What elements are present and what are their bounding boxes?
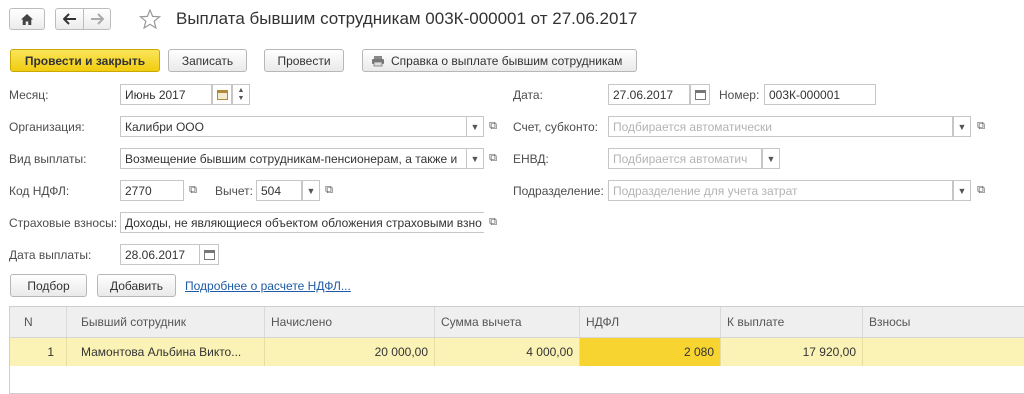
organization-dropdown[interactable]: ▼	[466, 116, 484, 137]
open-form-icon: ⧉	[489, 216, 497, 228]
home-icon	[21, 13, 33, 25]
printer-icon	[372, 55, 384, 66]
account-label: Счет, субконто:	[513, 120, 598, 134]
report-button[interactable]: Справка о выплате бывшим сотрудникам	[362, 49, 637, 72]
report-button-label: Справка о выплате бывшим сотрудникам	[391, 53, 623, 68]
insurance-open-button[interactable]: ⧉	[484, 212, 502, 233]
open-form-icon: ⧉	[489, 120, 497, 132]
cell-n: 1	[10, 338, 67, 366]
column-header-contributions[interactable]: Взносы	[863, 307, 1024, 337]
arrow-right-icon	[91, 13, 104, 25]
account-field[interactable]: Подбирается автоматически	[608, 116, 953, 137]
envd-dropdown[interactable]: ▼	[762, 148, 780, 169]
payment-date-label: Дата выплаты:	[9, 248, 92, 262]
column-header-accrued[interactable]: Начислено	[265, 307, 435, 337]
date-label: Дата:	[513, 88, 543, 102]
payment-date-field[interactable]: 28.06.2017	[120, 244, 200, 265]
chevron-down-icon: ▼	[306, 185, 316, 196]
arrow-left-icon	[62, 13, 76, 25]
column-header-n[interactable]: N	[10, 307, 67, 337]
deduction-label: Вычет:	[215, 184, 253, 198]
chevron-down-icon: ▼	[957, 185, 967, 196]
month-field[interactable]: Июнь 2017	[120, 84, 212, 105]
add-button[interactable]: Добавить	[97, 274, 176, 297]
month-spinner[interactable]: ▲ ▼	[232, 84, 250, 105]
page-title: Выплата бывшим сотрудникам 003К-000001 о…	[176, 9, 638, 28]
favorite-star-button[interactable]	[138, 8, 162, 32]
number-field[interactable]: 003К-000001	[764, 84, 876, 105]
table-row[interactable]: 1 Мамонтова Альбина Викто... 20 000,00 4…	[10, 338, 1024, 366]
deduction-open-button[interactable]: ⧉	[320, 180, 338, 201]
account-dropdown[interactable]: ▼	[953, 116, 971, 137]
calendar-icon	[216, 90, 228, 100]
ndfl-code-field[interactable]: 2770	[120, 180, 184, 201]
envd-field[interactable]: Подбирается автоматич	[608, 148, 762, 169]
column-header-employee[interactable]: Бывший сотрудник	[67, 307, 265, 337]
chevron-down-icon: ▼	[957, 121, 967, 132]
back-button[interactable]	[55, 8, 84, 30]
star-icon	[138, 8, 162, 30]
column-header-to-pay[interactable]: К выплате	[721, 307, 863, 337]
payments-table[interactable]: N Бывший сотрудник Начислено Сумма вычет…	[9, 306, 1024, 394]
post-and-close-button[interactable]: Провести и закрыть	[10, 49, 160, 72]
home-button[interactable]	[9, 8, 45, 30]
deduction-field[interactable]: 504	[256, 180, 302, 201]
insurance-label: Страховые взносы:	[9, 216, 118, 230]
cell-accrued: 20 000,00	[265, 338, 435, 366]
spin-down-icon: ▼	[237, 94, 245, 102]
chevron-down-icon: ▼	[766, 153, 776, 164]
month-calendar-button[interactable]	[212, 84, 232, 105]
chevron-down-icon: ▼	[470, 121, 480, 132]
division-open-button[interactable]: ⧉	[972, 180, 990, 201]
month-label: Месяц:	[9, 88, 49, 102]
open-form-icon: ⧉	[325, 184, 333, 196]
envd-label: ЕНВД:	[513, 152, 549, 166]
post-button[interactable]: Провести	[264, 49, 344, 72]
cell-contributions	[863, 338, 1024, 366]
payment-type-dropdown[interactable]: ▼	[466, 148, 484, 169]
select-button[interactable]: Подбор	[10, 274, 87, 297]
cell-ndfl[interactable]: 2 080	[580, 338, 721, 366]
deduction-dropdown[interactable]: ▼	[302, 180, 320, 201]
open-form-icon: ⧉	[189, 184, 197, 196]
number-label: Номер:	[719, 88, 760, 102]
ndfl-code-open-button[interactable]: ⧉	[184, 180, 202, 201]
table-header: N Бывший сотрудник Начислено Сумма вычет…	[10, 307, 1024, 338]
spin-up-icon: ▲	[237, 86, 245, 94]
payment-type-label: Вид выплаты:	[9, 152, 87, 166]
save-button[interactable]: Записать	[168, 49, 247, 72]
payment-date-calendar-button[interactable]	[199, 244, 219, 265]
forward-button[interactable]	[83, 8, 111, 30]
division-label: Подразделение:	[513, 184, 604, 198]
date-calendar-button[interactable]	[690, 84, 710, 105]
column-header-deduction[interactable]: Сумма вычета	[435, 307, 580, 337]
insurance-field[interactable]: Доходы, не являющиеся объектом обложения…	[120, 212, 485, 233]
open-form-icon: ⧉	[977, 120, 985, 132]
column-header-ndfl[interactable]: НДФЛ	[580, 307, 721, 337]
calendar-icon	[694, 90, 706, 100]
payment-type-open-button[interactable]: ⧉	[484, 148, 502, 169]
calendar-icon	[203, 250, 215, 260]
division-field[interactable]: Подразделение для учета затрат	[608, 180, 953, 201]
cell-to-pay: 17 920,00	[721, 338, 863, 366]
account-open-button[interactable]: ⧉	[972, 116, 990, 137]
open-form-icon: ⧉	[977, 184, 985, 196]
division-dropdown[interactable]: ▼	[953, 180, 971, 201]
organization-field[interactable]: Калибри ООО	[120, 116, 467, 137]
organization-label: Организация:	[9, 120, 85, 134]
date-field[interactable]: 27.06.2017	[608, 84, 690, 105]
chevron-down-icon: ▼	[470, 153, 480, 164]
ndfl-details-link[interactable]: Подробнее о расчете НДФЛ...	[185, 279, 351, 293]
payment-type-field[interactable]: Возмещение бывшим сотрудникам-пенсионера…	[120, 148, 467, 169]
cell-employee: Мамонтова Альбина Викто...	[67, 338, 265, 366]
cell-deduction: 4 000,00	[435, 338, 580, 366]
organization-open-button[interactable]: ⧉	[484, 116, 502, 137]
ndfl-code-label: Код НДФЛ:	[9, 184, 70, 198]
open-form-icon: ⧉	[489, 152, 497, 164]
